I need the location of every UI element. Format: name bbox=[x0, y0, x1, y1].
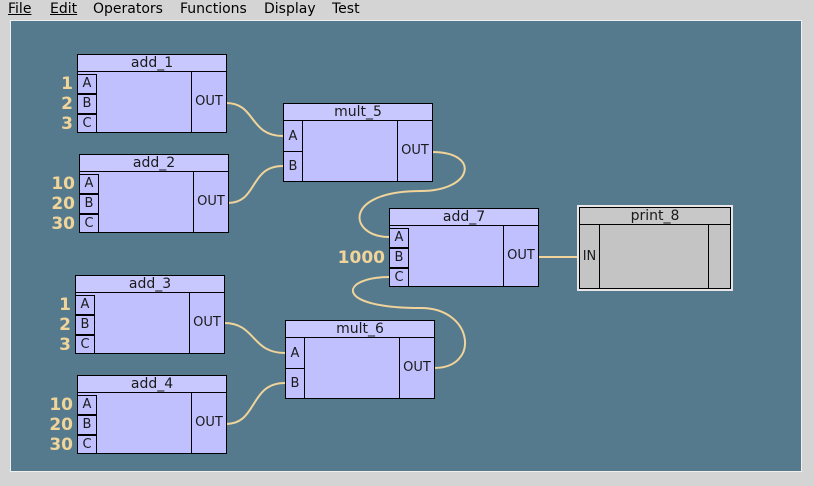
node-add-7-title: add_7 bbox=[389, 208, 539, 226]
menu-operators-label: Operators bbox=[93, 1, 163, 17]
node-add-7-pin-a[interactable]: A bbox=[389, 228, 409, 248]
node-add-1-pin-c[interactable]: C bbox=[77, 114, 97, 133]
wire-add1-mult5a bbox=[225, 102, 284, 137]
node-add-4-pin-c[interactable]: C bbox=[77, 435, 97, 454]
node-mult-6-out-pin[interactable]: OUT bbox=[399, 337, 435, 399]
node-mult-6[interactable]: mult_6 A B OUT bbox=[285, 320, 435, 399]
node-add-4-title: add_4 bbox=[77, 375, 227, 393]
wire-add3-mult6a bbox=[223, 322, 286, 354]
constant-add-4-b[interactable]: 20 bbox=[39, 415, 73, 435]
node-add-4-pin-b[interactable]: B bbox=[77, 415, 97, 435]
node-mult-6-title: mult_6 bbox=[285, 320, 435, 338]
constant-add-2-a[interactable]: 10 bbox=[41, 174, 75, 194]
node-add-3-pin-a[interactable]: A bbox=[75, 295, 95, 315]
constant-add-3-c[interactable]: 3 bbox=[39, 335, 71, 355]
node-add-4[interactable]: add_4 A B C OUT bbox=[77, 375, 227, 454]
node-add-3-pin-c[interactable]: C bbox=[75, 335, 95, 354]
constant-add-4-c[interactable]: 30 bbox=[39, 435, 73, 455]
wire-add4-mult6b bbox=[225, 382, 286, 425]
node-mult-5[interactable]: mult_5 A B OUT bbox=[283, 103, 433, 182]
node-add-2[interactable]: add_2 A B C OUT bbox=[79, 154, 229, 233]
node-add-1-out-pin[interactable]: OUT bbox=[191, 71, 227, 133]
node-add-2-pin-b[interactable]: B bbox=[79, 194, 99, 214]
node-print-8-pin-in[interactable]: IN bbox=[579, 224, 600, 289]
menu-file-label: File bbox=[8, 1, 32, 17]
node-mult-6-pin-a[interactable]: A bbox=[285, 337, 305, 369]
node-add-3-title: add_3 bbox=[75, 275, 225, 293]
node-add-4-out-pin[interactable]: OUT bbox=[191, 392, 227, 454]
node-add-7[interactable]: add_7 A B C OUT bbox=[389, 208, 539, 287]
node-mult-5-title: mult_5 bbox=[283, 103, 433, 121]
node-add-1-pin-b[interactable]: B bbox=[77, 94, 97, 114]
node-add-2-out-pin[interactable]: OUT bbox=[193, 171, 229, 233]
constant-add-3-a[interactable]: 1 bbox=[39, 295, 71, 315]
menu-file[interactable]: File bbox=[8, 1, 31, 18]
node-mult-5-out-pin[interactable]: OUT bbox=[397, 120, 433, 182]
menu-test-label: Test bbox=[332, 1, 360, 17]
constant-add-4-a[interactable]: 10 bbox=[39, 395, 73, 415]
node-print-8-side-panel bbox=[708, 224, 731, 289]
constant-add-2-b[interactable]: 20 bbox=[41, 194, 75, 214]
node-mult-6-pin-b[interactable]: B bbox=[285, 368, 305, 399]
node-mult-5-pin-a[interactable]: A bbox=[283, 120, 303, 152]
node-add-1[interactable]: add_1 A B C OUT bbox=[77, 54, 227, 133]
node-mult-5-pin-b[interactable]: B bbox=[283, 151, 303, 182]
node-add-3-pin-b[interactable]: B bbox=[75, 315, 95, 335]
constant-add-1-c[interactable]: 3 bbox=[41, 114, 73, 134]
node-add-2-title: add_2 bbox=[79, 154, 229, 172]
constant-add-1-b[interactable]: 2 bbox=[41, 94, 73, 114]
node-add-7-out-pin[interactable]: OUT bbox=[503, 225, 539, 287]
menu-test[interactable]: Test bbox=[332, 1, 360, 18]
menu-operators[interactable]: Operators bbox=[93, 1, 163, 18]
constant-add-7-b[interactable]: 1000 bbox=[327, 248, 385, 268]
menu-display[interactable]: Display bbox=[264, 1, 316, 18]
node-add-7-pin-b[interactable]: B bbox=[389, 248, 409, 268]
dataflow-canvas[interactable]: add_1 A B C OUT 1 2 3 add_2 A B C OUT 10… bbox=[10, 20, 802, 472]
menu-functions-label: Functions bbox=[180, 1, 247, 17]
node-add-1-pin-a[interactable]: A bbox=[77, 74, 97, 94]
node-add-7-pin-c[interactable]: C bbox=[389, 268, 409, 287]
node-add-3-out-pin[interactable]: OUT bbox=[189, 292, 225, 354]
menu-display-label: Display bbox=[264, 1, 316, 17]
node-add-4-pin-a[interactable]: A bbox=[77, 395, 97, 415]
constant-add-1-a[interactable]: 1 bbox=[41, 74, 73, 94]
menu-bar: File Edit Operators Functions Display Te… bbox=[0, 0, 814, 20]
menu-edit[interactable]: Edit bbox=[50, 1, 77, 18]
menu-functions[interactable]: Functions bbox=[180, 1, 247, 18]
constant-add-2-c[interactable]: 30 bbox=[41, 214, 75, 234]
node-add-3[interactable]: add_3 A B C OUT bbox=[75, 275, 225, 354]
node-add-1-title: add_1 bbox=[77, 54, 227, 72]
constant-add-3-b[interactable]: 2 bbox=[39, 315, 71, 335]
wire-add2-mult5b bbox=[227, 165, 284, 204]
menu-edit-label: Edit bbox=[50, 1, 78, 17]
node-print-8[interactable]: print_8 IN bbox=[579, 207, 731, 289]
node-print-8-title: print_8 bbox=[579, 207, 731, 225]
node-add-2-pin-c[interactable]: C bbox=[79, 214, 99, 233]
node-add-2-pin-a[interactable]: A bbox=[79, 174, 99, 194]
